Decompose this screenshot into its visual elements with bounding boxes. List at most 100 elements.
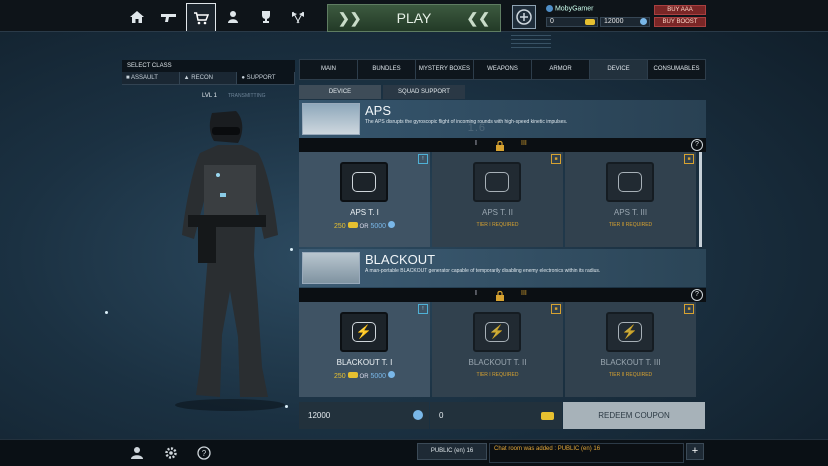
item-requirement: TIER I REQUIRED <box>476 222 519 228</box>
class-label-recon: RECON <box>191 75 213 81</box>
gold-coin-icon <box>585 19 595 25</box>
item-requirement: TIER I REQUIRED <box>476 372 519 378</box>
tab-armor[interactable]: ARMOR <box>532 60 590 79</box>
play-label: PLAY <box>396 10 432 26</box>
trophy-icon[interactable] <box>251 3 281 31</box>
subtab-device[interactable]: DEVICE <box>299 85 381 99</box>
star-dot <box>105 311 108 314</box>
lock-icon: ■ <box>551 304 561 314</box>
lock-icon: ■ <box>551 154 561 164</box>
add-chat-button[interactable]: + <box>686 443 704 460</box>
or-label: OR <box>359 224 369 230</box>
category-aps: APS The APS disrupts the gyroscopic flig… <box>299 100 706 138</box>
tier-bar-blackout: I III ? <box>299 288 706 302</box>
aps-device-icon <box>340 162 388 202</box>
item-row-blackout: ! ⚡ BLACKOUT T. I 250 OR 5000 ■ ⚡ BLACKO… <box>299 302 699 397</box>
buy-boost-button[interactable]: BUY BOOST <box>654 17 706 27</box>
buy-aaa-button[interactable]: BUY AAA <box>654 5 706 15</box>
game-store-screen: ❯❯ PLAY ❮❮ MobyGamer 0 12000 BUY AAA BUY… <box>0 0 828 466</box>
class-option-recon[interactable]: ▲ RECON <box>180 72 238 84</box>
item-name: APS T. II <box>482 208 513 217</box>
credits-price: 5000 <box>370 373 387 380</box>
class-label-support: SUPPORT <box>246 75 276 81</box>
gold-price: 250 <box>333 223 346 230</box>
shop-icon[interactable] <box>186 3 216 31</box>
lock-icon: ■ <box>684 154 694 164</box>
tier-label: I <box>475 290 477 297</box>
item-card-aps-t3[interactable]: ■ APS T. III TIER II REQUIRED <box>565 152 696 247</box>
item-card-blackout-t3[interactable]: ■ ⚡ BLACKOUT T. III TIER II REQUIRED <box>565 302 696 397</box>
credits-total-value: 12000 <box>308 411 331 420</box>
item-price: 250 OR 5000 <box>299 371 430 380</box>
credits-balance: 12000 <box>600 17 650 27</box>
chat-room-tab[interactable]: PUBLIC (en) 16 <box>417 443 487 460</box>
credits-icon <box>640 18 647 25</box>
tab-bundles[interactable]: BUNDLES <box>358 60 416 79</box>
help-icon[interactable]: ? <box>691 289 703 301</box>
gold-coin-icon <box>347 372 358 378</box>
scrollbar[interactable] <box>699 152 702 247</box>
clan-emblem-icon[interactable] <box>512 5 536 29</box>
tier-bar-aps: I III ? <box>299 138 706 152</box>
chevron-right-icon: ❯❯ <box>338 9 362 26</box>
help-icon[interactable]: ? <box>197 446 211 460</box>
star-dot <box>290 248 293 251</box>
aps-thumbnail <box>302 103 360 135</box>
item-name: BLACKOUT T. I <box>336 358 393 367</box>
item-name: APS T. I <box>350 208 379 217</box>
class-option-support[interactable]: ● SUPPORT <box>237 72 296 84</box>
info-icon[interactable]: ! <box>418 154 428 164</box>
credits-price: 5000 <box>370 223 387 230</box>
item-card-aps-t1[interactable]: ! APS T. I 250 OR 5000 <box>299 152 430 247</box>
user-avatar-icon <box>546 5 553 12</box>
tab-consumables[interactable]: CONSUMABLES <box>648 60 705 79</box>
redeem-coupon-button[interactable]: REDEEM COUPON <box>563 402 705 429</box>
lock-icon <box>495 289 505 301</box>
help-icon[interactable]: ? <box>691 139 703 151</box>
item-card-blackout-t1[interactable]: ! ⚡ BLACKOUT T. I 250 OR 5000 <box>299 302 430 397</box>
class-option-assault[interactable]: ■ ASSAULT <box>122 72 180 84</box>
item-name: BLACKOUT T. III <box>600 358 661 367</box>
user-info: MobyGamer <box>546 5 593 12</box>
select-class-header: SELECT CLASS <box>122 60 295 72</box>
tab-main[interactable]: MAIN <box>300 60 358 79</box>
credits-amount: 12000 <box>604 18 624 25</box>
svg-text:?: ? <box>202 449 207 458</box>
soldier-character <box>175 111 285 411</box>
category-description: A man-portable BLACKOUT generator capabl… <box>365 268 601 274</box>
aps-device-icon <box>606 162 654 202</box>
item-card-aps-t2[interactable]: ■ APS T. II TIER I REQUIRED <box>432 152 563 247</box>
lock-icon <box>495 139 505 151</box>
info-icon[interactable]: ! <box>418 304 428 314</box>
blackout-device-icon: ⚡ <box>340 312 388 352</box>
subtab-squad-support[interactable]: SQUAD SUPPORT <box>383 85 465 99</box>
play-button[interactable]: ❯❯ PLAY ❮❮ <box>327 4 501 32</box>
friends-icon[interactable] <box>130 446 144 460</box>
category-title: APS <box>365 103 392 118</box>
star-dot <box>285 405 288 408</box>
tier-label: III <box>521 290 527 297</box>
flags-icon[interactable] <box>283 3 313 31</box>
decorative-lines <box>511 35 551 55</box>
soldier-icon[interactable] <box>218 3 248 31</box>
item-name: APS T. III <box>613 208 648 217</box>
blackout-device-icon: ⚡ <box>606 312 654 352</box>
tab-device[interactable]: DEVICE <box>590 60 648 79</box>
gear-icon[interactable] <box>164 446 178 460</box>
chat-log: Chat room was added : PUBLIC (en) 16 <box>489 443 684 463</box>
top-navigation-bar: ❯❯ PLAY ❮❮ MobyGamer 0 12000 BUY AAA BUY… <box>0 0 828 32</box>
item-price: 250 OR 5000 <box>299 221 430 230</box>
gold-coin-icon <box>541 412 554 420</box>
category-title: BLACKOUT <box>365 252 436 267</box>
item-row-aps: ! APS T. I 250 OR 5000 ■ APS T. II TIER … <box>299 152 699 247</box>
level-label: LVL 1 <box>202 93 218 99</box>
select-class-panel: SELECT CLASS ■ ASSAULT ▲ RECON ● SUPPORT <box>122 60 296 90</box>
item-card-blackout-t2[interactable]: ■ ⚡ BLACKOUT T. II TIER I REQUIRED <box>432 302 563 397</box>
home-icon[interactable] <box>122 3 152 31</box>
tab-weapons[interactable]: WEAPONS <box>474 60 532 79</box>
weapon-icon[interactable] <box>154 3 184 31</box>
tab-mystery-boxes[interactable]: MYSTERY BOXES <box>416 60 474 79</box>
store-tabs: MAIN BUNDLES MYSTERY BOXES WEAPONS ARMOR… <box>299 59 706 80</box>
level-bar: LVL 1 TRANSMITTING <box>122 93 295 102</box>
blackout-device-icon: ⚡ <box>473 312 521 352</box>
